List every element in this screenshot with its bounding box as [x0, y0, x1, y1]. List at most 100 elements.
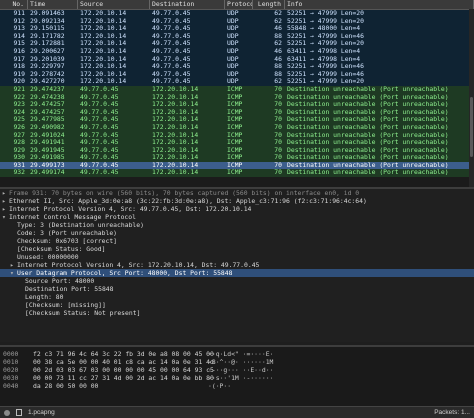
packet-row[interactable]: 920 29.427270 172.20.10.14 49.77.0.45 UDP 62 5… — [0, 78, 474, 86]
packet-row[interactable]: 925 29.477985 49.77.0.45 172.20.10.14 ICMP 70… — [0, 116, 474, 124]
packet-row[interactable]: 918 29.229797 172.20.10.14 49.77.0.45 UDP 88 5… — [0, 63, 474, 71]
packet-row[interactable]: 922 29.474238 49.77.0.45 172.20.10.14 ICMP 70… — [0, 93, 474, 102]
packet-row[interactable]: 916 29.200627 172.20.10.14 49.77.0.45 UDP 46 6… — [0, 47, 474, 56]
detail-tree-item[interactable]: [Checksum Status: Not present] — [0, 309, 474, 317]
packet-row[interactable]: 928 29.491941 49.77.0.45 172.20.10.14 ICMP 70… — [0, 139, 474, 147]
hex-ascii[interactable]: ··q·Ld<" ·=····E· — [208, 350, 273, 358]
packet-row[interactable]: 932 29.499174 49.77.0.45 172.20.10.14 ICMP 70… — [0, 169, 474, 178]
cell-protocol: ICMP — [227, 146, 243, 154]
packet-row[interactable]: 929 29.491945 49.77.0.45 172.20.10.14 ICMP 70… — [0, 146, 474, 155]
detail-tree-item[interactable]: Checksum: 0x6703 [correct] — [0, 237, 474, 245]
packet-row[interactable]: 915 29.172881 172.20.10.14 49.77.0.45 UDP 62 5… — [0, 40, 474, 48]
packet-list-pane[interactable]: No. Time Source Destination Protocol Len… — [0, 0, 474, 190]
hex-bytes[interactable]: 00 00 73 11 cc 27 31 4d 00 2d ac 14 0a 0… — [33, 374, 214, 382]
detail-tree-item[interactable]: ▸ Internet Protocol Version 4, Src: 49.77… — [0, 205, 474, 213]
hex-bytes[interactable]: da 28 00 50 00 00 — [33, 382, 208, 390]
collapsed-arrow-icon[interactable]: ▸ — [2, 205, 9, 213]
cell-length: 46 — [274, 55, 282, 63]
detail-tree-item[interactable]: ▸ Ethernet II, Src: Apple_3d:0e:a8 (3c:22… — [0, 197, 474, 205]
cell-time: 29.499174 — [30, 169, 65, 177]
expanded-arrow-icon[interactable]: ▾ — [10, 269, 17, 277]
hex-offset[interactable]: 0010 — [0, 358, 33, 366]
cell-length: 46 — [274, 25, 282, 33]
hex-ascii[interactable]: ·(·P·· — [208, 382, 231, 390]
packet-list-scrollbar[interactable] — [469, 9, 474, 190]
detail-tree-item[interactable]: ▸ Internet Protocol Version 4, Src: 172.2… — [0, 261, 474, 269]
detail-tree-item[interactable]: [Checksum Status: Good] — [0, 245, 474, 253]
packet-row[interactable]: 923 29.474257 49.77.0.45 172.20.10.14 ICMP 70… — [0, 101, 474, 109]
packet-row[interactable]: 912 29.092134 172.20.10.14 49.77.0.45 UDP 62 5… — [0, 17, 474, 26]
cell-time: 29.229797 — [30, 63, 65, 71]
cell-protocol: ICMP — [227, 131, 243, 139]
hex-ascii[interactable]: ·8·^··@· ······1M — [208, 358, 273, 366]
packet-detail-pane[interactable]: ▸ Frame 931: 70 bytes on wire (560 bits),… — [0, 187, 474, 342]
detail-tree-item[interactable]: ▸ Frame 931: 70 bytes on wire (560 bits),… — [0, 189, 474, 197]
column-header-no[interactable]: No. — [0, 0, 28, 9]
cell-protocol: UDP — [227, 32, 239, 40]
packet-row[interactable]: 931 29.499173 49.77.0.45 172.20.10.14 ICMP 70… — [0, 161, 474, 170]
cell-no: 912 — [13, 17, 25, 25]
column-header-destination[interactable]: Destination — [150, 0, 225, 9]
hex-bytes[interactable]: f2 c3 71 96 4c 64 3c 22 fb 3d 0e a8 08 0… — [33, 350, 214, 358]
packet-row[interactable]: 913 29.150115 172.20.10.14 49.77.0.45 UDP 46 5… — [0, 25, 474, 33]
expanded-arrow-icon[interactable]: ▾ — [2, 213, 9, 221]
column-header-protocol[interactable]: Protocol — [225, 0, 253, 9]
packet-row[interactable]: 914 29.171782 172.20.10.14 49.77.0.45 UDP 88 5… — [0, 32, 474, 41]
packet-row[interactable]: 917 29.201039 172.20.10.14 49.77.0.45 UDP 46 6… — [0, 55, 474, 64]
cell-time: 29.278742 — [30, 70, 65, 78]
detail-tree-item[interactable]: Code: 3 (Port unreachable) — [0, 229, 474, 237]
cell-source: 172.20.10.14 — [80, 32, 127, 40]
hex-offset[interactable]: 0000 — [0, 350, 33, 358]
cell-source: 172.20.10.14 — [80, 55, 127, 63]
collapsed-arrow-icon[interactable]: ▸ — [2, 197, 9, 205]
cell-time: 29.474257 — [30, 108, 65, 116]
hex-ascii[interactable]: ··s··'1M ·-······ — [208, 374, 273, 382]
hex-offset[interactable]: 0040 — [0, 382, 33, 390]
column-header-info[interactable]: Info — [285, 0, 474, 9]
capture-status-icon[interactable] — [4, 409, 10, 416]
hex-offset[interactable]: 0030 — [0, 374, 33, 382]
detail-tree-item[interactable]: ▾ Internet Control Message Protocol — [0, 213, 474, 221]
collapsed-arrow-icon[interactable]: ▸ — [2, 189, 9, 197]
cell-info: Destination unreachable (Port unreachabl… — [287, 169, 449, 177]
cell-length: 70 — [274, 139, 282, 147]
packet-row[interactable]: 927 29.491024 49.77.0.45 172.20.10.14 ICMP 70… — [0, 131, 474, 140]
detail-tree-item[interactable]: Length: 80 — [0, 293, 474, 301]
column-header-length[interactable]: Length — [253, 0, 285, 9]
detail-tree-item[interactable]: Unused: 00000000 — [0, 253, 474, 261]
hex-row: 0020 00 2d 03 03 67 03 00 00 00 00 45 00 … — [0, 366, 474, 374]
cell-info: Destination unreachable (Port unreachabl… — [287, 131, 449, 139]
cell-source: 172.20.10.14 — [80, 47, 127, 55]
hex-bytes[interactable]: 00 38 ca 5e 00 00 40 01 c8 ca ac 14 0a 0… — [33, 358, 214, 366]
scrollbar-thumb[interactable] — [470, 97, 473, 157]
packet-row[interactable]: 930 29.491985 49.77.0.45 172.20.10.14 ICMP 70… — [0, 154, 474, 162]
cell-destination: 49.77.0.45 — [152, 78, 191, 86]
packet-row[interactable]: 926 29.490982 49.77.0.45 172.20.10.14 ICMP 70… — [0, 123, 474, 132]
cell-destination: 49.77.0.45 — [152, 47, 191, 55]
detail-tree-item[interactable]: Destination Port: 55848 — [0, 285, 474, 293]
cell-no: 922 — [13, 93, 25, 101]
packet-bytes-pane[interactable]: 0000 f2 c3 71 96 4c 64 3c 22 fb 3d 0e a8 … — [0, 345, 474, 410]
detail-tree-item[interactable]: ▾ User Datagram Protocol, Src Port: 48000… — [0, 269, 474, 277]
column-header-time[interactable]: Time — [28, 0, 78, 9]
hex-bytes[interactable]: 00 2d 03 03 67 03 00 00 00 00 45 00 00 6… — [33, 366, 214, 374]
detail-tree-item[interactable]: [Checksum: [missing]] — [0, 301, 474, 309]
cell-no: 918 — [13, 63, 25, 71]
detail-tree-item[interactable]: Source Port: 48000 — [0, 277, 474, 285]
detail-tree-item[interactable]: Type: 3 (Destination unreachable) — [0, 221, 474, 229]
hex-offset[interactable]: 0020 — [0, 366, 33, 374]
cell-protocol: ICMP — [227, 169, 243, 177]
packet-row[interactable]: 911 29.091463 172.20.10.14 49.77.0.45 UDP 62 5… — [0, 10, 474, 18]
cell-destination: 172.20.10.14 — [152, 139, 199, 147]
cell-destination: 49.77.0.45 — [152, 10, 191, 17]
cell-source: 49.77.0.45 — [80, 154, 119, 162]
collapsed-arrow-icon[interactable]: ▸ — [10, 261, 17, 269]
hex-ascii[interactable]: ·-··g··· ··E··d·· — [208, 366, 273, 374]
column-header-source[interactable]: Source — [78, 0, 150, 9]
packet-row[interactable]: 924 29.474257 49.77.0.45 172.20.10.14 ICMP 70… — [0, 108, 474, 117]
cell-length: 70 — [274, 93, 282, 101]
cell-destination: 49.77.0.45 — [152, 70, 191, 78]
packet-row[interactable]: 919 29.278742 172.20.10.14 49.77.0.45 UDP 88 5… — [0, 70, 474, 79]
detail-tree-label: Destination Port: 55848 — [25, 285, 114, 293]
packet-row[interactable]: 921 29.474237 49.77.0.45 172.20.10.14 ICMP 70… — [0, 85, 474, 94]
